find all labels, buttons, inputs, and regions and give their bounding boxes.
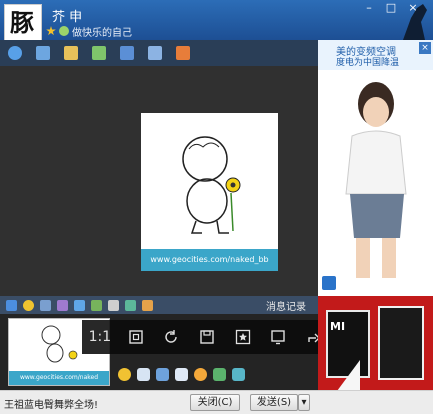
emoji-laugh-icon[interactable]: [194, 368, 207, 381]
file-transfer-icon[interactable]: [64, 46, 78, 60]
fit-window-icon[interactable]: [125, 326, 147, 348]
format-toolbar: 消息记录: [0, 296, 318, 314]
maximize-button[interactable]: □: [385, 2, 397, 14]
phone-image-2: [378, 306, 424, 380]
news-ticker[interactable]: 王祖蓝电臀舞弊全场!: [4, 396, 98, 411]
gift-icon[interactable]: [142, 299, 153, 311]
status-row: 做快乐的自己: [46, 24, 132, 39]
video-call-icon[interactable]: [8, 46, 22, 60]
screenshot-icon[interactable]: [125, 299, 136, 311]
screen-icon[interactable]: [267, 326, 289, 348]
image-viewer-toolbar: 1:1: [82, 320, 332, 354]
crop-icon[interactable]: [232, 368, 245, 381]
shake-icon[interactable]: [57, 299, 68, 311]
image-gallery-icon[interactable]: [213, 368, 226, 381]
close-button[interactable]: 关闭(C): [190, 394, 240, 411]
document-icon[interactable]: [137, 368, 150, 381]
save-icon[interactable]: [196, 326, 218, 348]
screen-share-icon[interactable]: [148, 46, 162, 60]
avatar-glyph: 豚: [10, 8, 34, 37]
status-icon: [59, 26, 69, 36]
actual-size-button[interactable]: 1:1: [89, 326, 112, 348]
window-controls: – □ ×: [363, 2, 419, 14]
send-button[interactable]: 发送(S): [250, 394, 298, 411]
apps-icon[interactable]: [176, 46, 190, 60]
remote-assist-icon[interactable]: [120, 46, 134, 60]
close-window-button[interactable]: ×: [407, 2, 419, 14]
monitor-icon[interactable]: [156, 368, 169, 381]
ad-brand: MI: [330, 320, 346, 333]
ad-banner[interactable]: 美的变频空调 度电为中国降温 ×: [318, 40, 433, 70]
avatar[interactable]: 豚: [4, 4, 42, 44]
contact-nickname: 芥 申: [52, 10, 83, 25]
rotate-icon[interactable]: [160, 326, 182, 348]
avatar-figure-image: [345, 82, 407, 278]
ad-close-button[interactable]: ×: [419, 42, 431, 54]
magic-icon[interactable]: [40, 299, 51, 311]
boy-with-flower-drawing: [182, 136, 241, 234]
send-options-button[interactable]: ▾: [298, 394, 310, 411]
ad-line-2: 度电为中国降温: [336, 58, 400, 68]
status-footer: 王祖蓝电臀舞弊全场! 关闭(C) 发送(S) ▾: [0, 390, 433, 414]
message-icon[interactable]: [92, 46, 106, 60]
voice-call-icon[interactable]: [36, 46, 50, 60]
font-icon[interactable]: [6, 299, 17, 311]
voice-message-icon[interactable]: [74, 299, 85, 311]
chat-toolbar: [0, 40, 318, 66]
side-advertisement[interactable]: 美的变频空调 度电为中国降温 ×: [318, 40, 433, 296]
quick-emoji-row: [118, 368, 245, 381]
image-icon[interactable]: [108, 299, 119, 311]
message-history-button[interactable]: 消息记录: [266, 298, 306, 313]
thumbnail-caption: www.geocities.com/naked: [9, 371, 109, 385]
emoji-smile-icon[interactable]: [118, 368, 131, 381]
title-bar[interactable]: 豚 芥 申 做快乐的自己 – □ ×: [0, 0, 433, 44]
star-icon: [46, 26, 56, 36]
minimize-button[interactable]: –: [363, 2, 375, 14]
emoji-icon[interactable]: [23, 299, 34, 311]
cloud-icon[interactable]: [175, 368, 188, 381]
shared-image[interactable]: www.geocities.com/naked_bb: [141, 113, 278, 271]
image-caption: www.geocities.com/naked_bb: [141, 249, 278, 271]
thumbs-up-icon[interactable]: [322, 276, 336, 290]
upload-icon[interactable]: [91, 299, 102, 311]
chat-window: 豚 芥 申 做快乐的自己 – □ × www.geocities.com/nak…: [0, 0, 433, 414]
favorite-icon[interactable]: [232, 326, 254, 348]
contact-signature: 做快乐的自己: [72, 27, 132, 39]
